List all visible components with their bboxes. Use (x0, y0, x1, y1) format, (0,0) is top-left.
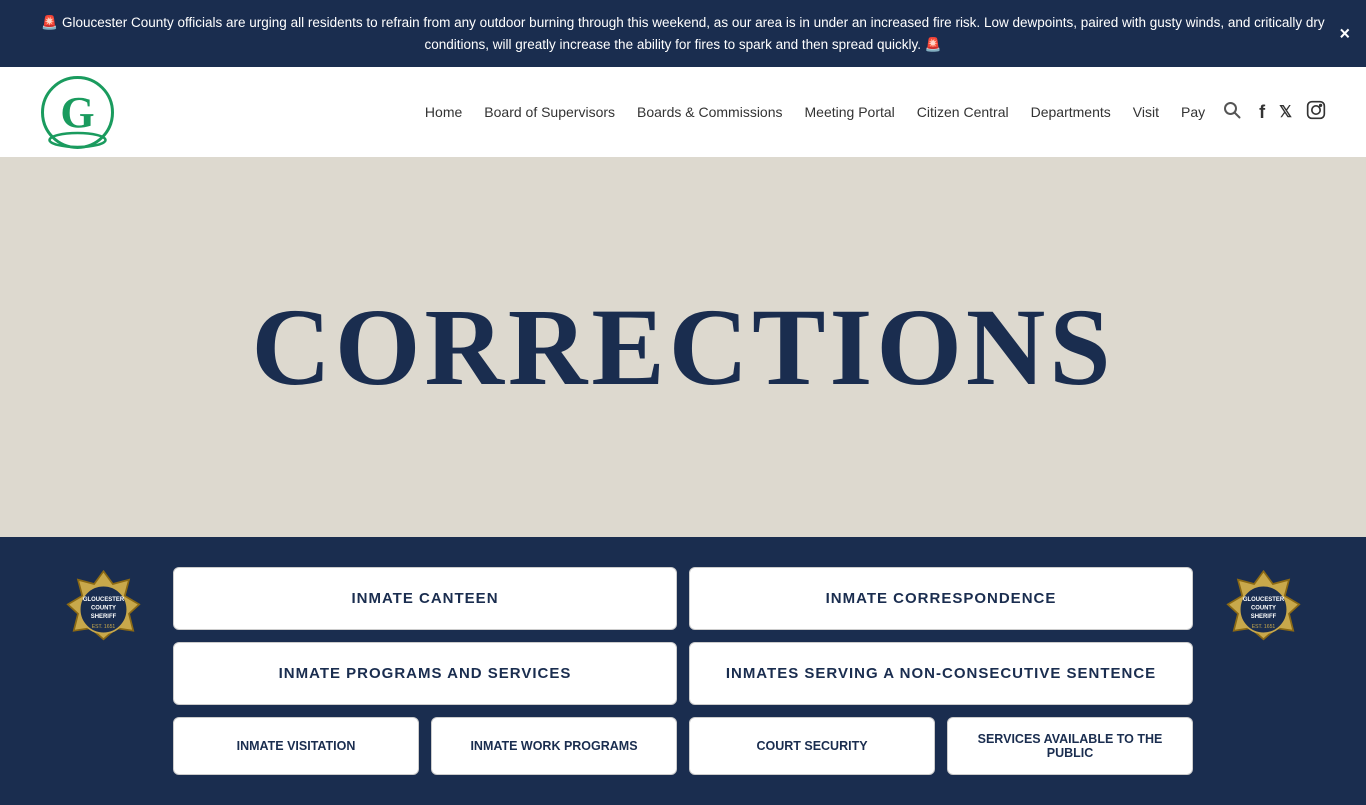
social-icons: 𝕏 (1259, 100, 1326, 125)
svg-text:EST. 1651: EST. 1651 (1251, 624, 1275, 630)
sheriff-badge-right: GLOUCESTER COUNTY SHERIFF EST. 1651 (1213, 567, 1313, 652)
inmate-visitation-link[interactable]: Inmate Visitation (173, 717, 419, 775)
svg-text:GLOUCESTER: GLOUCESTER (82, 597, 124, 603)
svg-text:SHERIFF: SHERIFF (90, 614, 116, 620)
boards-commissions-nav[interactable]: Boards & Commissions (629, 98, 791, 126)
visit-nav[interactable]: Visit (1125, 98, 1167, 126)
header: G Home Board of Supervisors Boards & Com… (0, 67, 1366, 157)
citizen-central-nav[interactable]: Citizen Central (909, 98, 1017, 126)
inmate-work-link[interactable]: Inmate Work Programs (431, 717, 677, 775)
instagram-icon[interactable] (1306, 100, 1326, 125)
departments-nav[interactable]: Departments (1023, 98, 1119, 126)
pay-nav[interactable]: Pay (1173, 98, 1213, 126)
logo-svg: G (40, 75, 115, 150)
services-public-link[interactable]: Services Available to the Public (947, 717, 1193, 775)
svg-text:GLOUCESTER: GLOUCESTER (1242, 597, 1284, 603)
x-icon[interactable]: 𝕏 (1279, 102, 1292, 122)
inmate-programs-card[interactable]: INMATE PROGRAMS AND SERVICES (173, 642, 677, 705)
search-icon[interactable] (1223, 101, 1241, 124)
bottom-section: GLOUCESTER COUNTY SHERIFF EST. 1651 INMA… (0, 537, 1366, 805)
svg-text:COUNTY: COUNTY (90, 606, 115, 612)
court-security-link[interactable]: Court Security (689, 717, 935, 775)
home-nav[interactable]: Home (417, 98, 470, 126)
board-of-supervisors-nav[interactable]: Board of Supervisors (476, 98, 623, 126)
sheriff-badge-left: GLOUCESTER COUNTY SHERIFF EST. 1651 (53, 567, 153, 652)
meeting-portal-nav[interactable]: Meeting Portal (797, 98, 903, 126)
page-title: CORRECTIONS (251, 284, 1114, 411)
alert-text: 🚨 Gloucester County officials are urging… (41, 15, 1324, 52)
inmate-canteen-card[interactable]: INMATE CANTEEN (173, 567, 677, 630)
inmate-correspondence-card[interactable]: INMATE CORRESPONDENCE (689, 567, 1193, 630)
facebook-icon[interactable] (1259, 102, 1265, 123)
svg-text:G: G (60, 88, 94, 137)
logo[interactable]: G (40, 75, 115, 150)
bottom-row-links: Inmate Visitation Inmate Work Programs C… (153, 705, 1213, 775)
svg-text:EST. 1651: EST. 1651 (91, 624, 115, 630)
alert-close-button[interactable]: × (1339, 23, 1350, 44)
svg-text:COUNTY: COUNTY (1250, 606, 1275, 612)
svg-text:SHERIFF: SHERIFF (1250, 614, 1276, 620)
links-grid: INMATE CANTEEN INMATE CORRESPONDENCE INM… (153, 567, 1213, 705)
hero-section: CORRECTIONS (0, 157, 1366, 537)
inmates-non-consecutive-card[interactable]: INMATES SERVING A NON-CONSECUTIVE SENTEN… (689, 642, 1193, 705)
nav: Home Board of Supervisors Boards & Commi… (417, 98, 1326, 126)
alert-banner: 🚨 Gloucester County officials are urging… (0, 0, 1366, 67)
